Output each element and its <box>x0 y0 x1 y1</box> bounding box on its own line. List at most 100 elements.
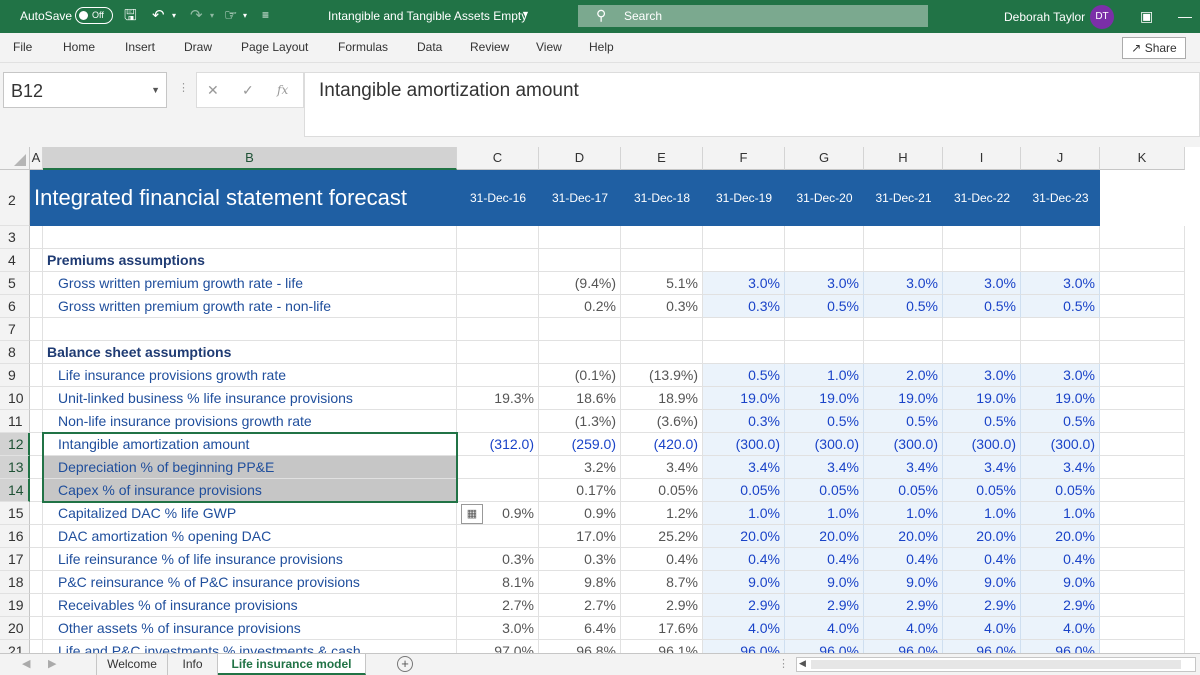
cell-k[interactable] <box>1100 272 1185 295</box>
value-cell[interactable]: (1.3%) <box>539 410 621 433</box>
value-cell[interactable]: 0.05% <box>785 479 864 502</box>
cell-k[interactable] <box>1100 226 1185 249</box>
value-cell[interactable]: 1.0% <box>943 502 1021 525</box>
value-cell[interactable]: 2.9% <box>703 594 785 617</box>
value-cell[interactable]: 0.2% <box>539 295 621 318</box>
row-label[interactable]: Life and P&C investments % investments &… <box>43 640 457 653</box>
value-cell[interactable] <box>457 341 539 364</box>
split-handle-icon[interactable]: ⋮ <box>778 657 789 670</box>
row-header[interactable]: 20 <box>0 617 30 640</box>
value-cell[interactable] <box>457 249 539 272</box>
cell-a[interactable] <box>30 341 43 364</box>
row-label[interactable]: Capex % of insurance provisions <box>43 479 457 502</box>
row-label[interactable]: Life insurance provisions growth rate <box>43 364 457 387</box>
value-cell[interactable]: 0.05% <box>943 479 1021 502</box>
prev-sheet-icon[interactable]: ◀ <box>22 657 30 670</box>
value-cell[interactable]: 3.0% <box>864 272 943 295</box>
value-cell[interactable]: 0.3% <box>703 295 785 318</box>
cell-a[interactable] <box>30 571 43 594</box>
value-cell[interactable] <box>703 318 785 341</box>
value-cell[interactable]: 3.0% <box>943 364 1021 387</box>
value-cell[interactable]: 1.2% <box>621 502 703 525</box>
row-label[interactable]: Other assets % of insurance provisions <box>43 617 457 640</box>
formula-input[interactable]: Intangible amortization amount <box>304 72 1200 137</box>
row-header[interactable]: 2 <box>0 170 30 226</box>
value-cell[interactable] <box>785 226 864 249</box>
value-cell[interactable]: 9.0% <box>703 571 785 594</box>
cell-a[interactable] <box>30 364 43 387</box>
row-label[interactable]: DAC amortization % opening DAC <box>43 525 457 548</box>
minimize-icon[interactable]: — <box>1178 8 1192 24</box>
value-cell[interactable]: (13.9%) <box>621 364 703 387</box>
value-cell[interactable]: 0.5% <box>785 295 864 318</box>
cell-a[interactable] <box>30 548 43 571</box>
value-cell[interactable]: 18.9% <box>621 387 703 410</box>
value-cell[interactable]: 0.5% <box>864 295 943 318</box>
value-cell[interactable]: (300.0) <box>1021 433 1100 456</box>
value-cell[interactable]: 96.0% <box>943 640 1021 653</box>
value-cell[interactable]: 20.0% <box>1021 525 1100 548</box>
value-cell[interactable]: 1.0% <box>703 502 785 525</box>
select-all-corner[interactable] <box>0 147 30 170</box>
redo-icon[interactable]: ↷ <box>190 7 203 24</box>
cell-k[interactable] <box>1100 341 1185 364</box>
value-cell[interactable]: 0.05% <box>864 479 943 502</box>
forecast-title[interactable]: Integrated financial statement forecast <box>30 170 457 226</box>
value-cell[interactable]: (300.0) <box>943 433 1021 456</box>
value-cell[interactable]: 0.5% <box>943 295 1021 318</box>
redo-dropdown-icon[interactable]: ▾ <box>210 7 214 24</box>
cell-a[interactable] <box>30 226 43 249</box>
cell-a[interactable] <box>30 433 43 456</box>
row-header[interactable]: 14 <box>0 479 30 502</box>
spreadsheet-grid[interactable]: A B C D E F G H I J K 2 Integrated financial stateme… <box>0 147 1200 653</box>
value-cell[interactable]: 2.9% <box>785 594 864 617</box>
value-cell[interactable]: 2.9% <box>864 594 943 617</box>
value-cell[interactable]: 0.4% <box>943 548 1021 571</box>
value-cell[interactable]: (300.0) <box>864 433 943 456</box>
value-cell[interactable]: 3.4% <box>1021 456 1100 479</box>
row-header[interactable]: 5 <box>0 272 30 295</box>
value-cell[interactable]: 9.0% <box>785 571 864 594</box>
value-cell[interactable]: 0.4% <box>621 548 703 571</box>
value-cell[interactable] <box>703 341 785 364</box>
horizontal-scrollbar[interactable]: ◀ <box>796 657 1196 672</box>
row-label[interactable]: Unit-linked business % life insurance pr… <box>43 387 457 410</box>
value-cell[interactable] <box>621 341 703 364</box>
value-cell[interactable] <box>457 272 539 295</box>
value-cell[interactable]: 3.4% <box>703 456 785 479</box>
value-cell[interactable]: 4.0% <box>703 617 785 640</box>
value-cell[interactable]: 2.7% <box>457 594 539 617</box>
next-sheet-icon[interactable]: ▶ <box>48 657 56 670</box>
value-cell[interactable]: 19.0% <box>864 387 943 410</box>
value-cell[interactable]: 0.5% <box>943 410 1021 433</box>
insert-function-button[interactable]: fx <box>277 83 288 97</box>
value-cell[interactable]: 0.5% <box>785 410 864 433</box>
row-header[interactable]: 4 <box>0 249 30 272</box>
value-cell[interactable]: 19.0% <box>943 387 1021 410</box>
value-cell[interactable]: 2.7% <box>539 594 621 617</box>
save-icon[interactable]: 🖫 <box>124 7 137 24</box>
value-cell[interactable] <box>621 318 703 341</box>
document-title[interactable]: Intangible and Tangible Assets Empty <box>328 9 527 23</box>
row-label[interactable]: Life reinsurance % of life insurance pro… <box>43 548 457 571</box>
value-cell[interactable]: 0.3% <box>621 295 703 318</box>
value-cell[interactable]: (9.4%) <box>539 272 621 295</box>
column-header-e[interactable]: E <box>621 147 703 170</box>
cell-a[interactable] <box>30 295 43 318</box>
row-label[interactable]: P&C reinsurance % of P&C insurance provi… <box>43 571 457 594</box>
value-cell[interactable]: 3.4% <box>785 456 864 479</box>
value-cell[interactable]: 0.5% <box>864 410 943 433</box>
column-header-j[interactable]: J <box>1021 147 1100 170</box>
tab-file[interactable]: File <box>13 40 32 54</box>
value-cell[interactable]: 96.0% <box>1021 640 1100 653</box>
value-cell[interactable] <box>457 318 539 341</box>
cell-k[interactable] <box>1100 640 1185 653</box>
sheet-tab-life-insurance-model[interactable]: Life insurance model <box>218 654 366 675</box>
row-header[interactable]: 7 <box>0 318 30 341</box>
cell-a[interactable] <box>30 640 43 653</box>
value-cell[interactable] <box>457 525 539 548</box>
value-cell[interactable]: 20.0% <box>785 525 864 548</box>
cell-a[interactable] <box>30 594 43 617</box>
value-cell[interactable]: 17.0% <box>539 525 621 548</box>
value-cell[interactable]: 0.3% <box>457 548 539 571</box>
